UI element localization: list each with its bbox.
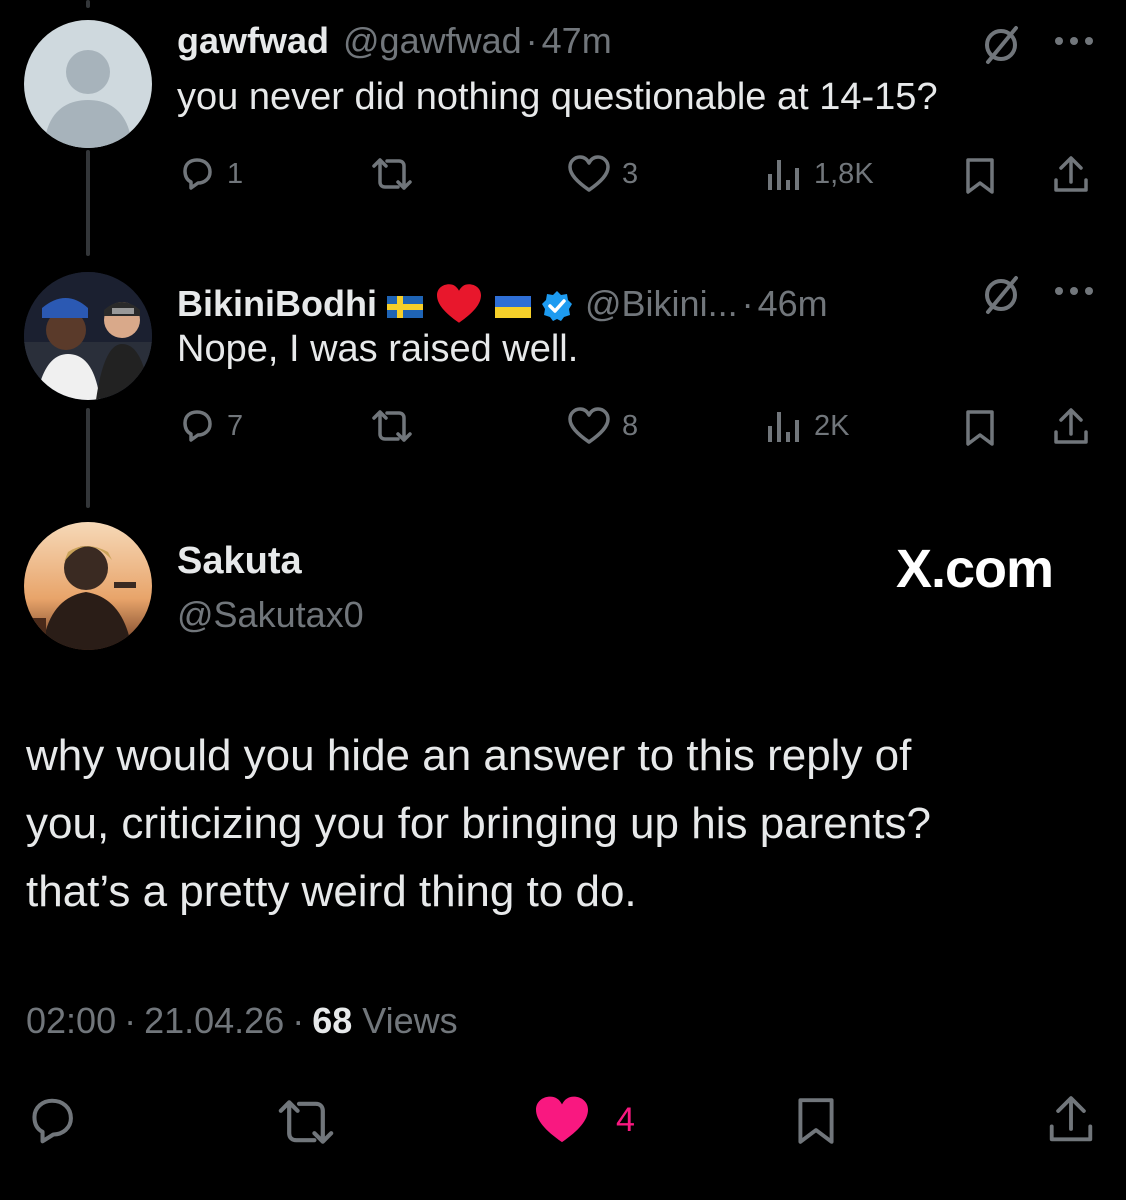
like-button[interactable]: 8: [566, 406, 638, 446]
sweden-flag-icon: [387, 296, 423, 318]
repost-icon: [372, 158, 412, 190]
grok-icon[interactable]: [980, 274, 1022, 316]
views-count: 2K: [814, 409, 850, 442]
reply-count: 1: [227, 157, 244, 190]
views-button[interactable]: 1,8K: [766, 154, 874, 194]
share-icon[interactable]: [1050, 406, 1092, 448]
profile-photo: [24, 272, 152, 400]
bookmark-icon[interactable]: [960, 156, 1000, 196]
tweet-text-line-1: why would you hide an answer to this rep…: [26, 731, 912, 780]
tweet-date[interactable]: 21.04.26: [144, 1000, 284, 1042]
display-name[interactable]: Sakuta: [177, 540, 302, 583]
ukraine-flag-icon: [495, 296, 531, 318]
separator: ·: [741, 283, 754, 324]
watermark-logo: X.com: [896, 539, 1054, 599]
heart-icon: [568, 407, 610, 444]
like-button[interactable]: 4: [532, 1094, 635, 1146]
analytics-icon: [768, 412, 799, 442]
tweet-time[interactable]: 02:00: [26, 1000, 116, 1042]
share-icon[interactable]: [1044, 1092, 1098, 1148]
thread-line-2: [86, 150, 90, 256]
views-count: 1,8K: [814, 157, 874, 190]
tweet-text: you never did nothing questionable at 14…: [177, 76, 938, 118]
like-count: 3: [622, 157, 639, 190]
timestamp[interactable]: 46m: [758, 283, 828, 325]
repost-button[interactable]: [368, 154, 416, 194]
avatar[interactable]: [24, 522, 152, 650]
views-label: Views: [362, 1000, 458, 1041]
reply-icon: [183, 410, 212, 442]
handle[interactable]: @Sakutax0: [177, 594, 364, 636]
reply-icon[interactable]: [24, 1094, 80, 1148]
share-icon[interactable]: [1050, 154, 1092, 196]
tweet-text: Nope, I was raised well.: [177, 328, 579, 370]
repost-button[interactable]: [368, 406, 416, 446]
like-button[interactable]: 3: [566, 154, 638, 194]
profile-photo: [24, 522, 152, 650]
handle[interactable]: @Bikini...: [585, 283, 738, 325]
display-name[interactable]: BikiniBodhi: [177, 283, 377, 325]
avatar[interactable]: [24, 20, 152, 148]
red-heart-icon: [437, 284, 481, 323]
reply-button[interactable]: 7: [177, 406, 243, 446]
repost-icon[interactable]: [272, 1094, 340, 1150]
more-options-icon[interactable]: [1052, 284, 1096, 298]
default-avatar-icon: [44, 50, 132, 148]
verified-badge-icon: [542, 291, 572, 321]
heart-icon: [568, 155, 610, 192]
display-name[interactable]: gawfwad: [177, 20, 329, 62]
bookmark-icon[interactable]: [790, 1094, 842, 1148]
timestamp[interactable]: 47m: [542, 20, 612, 62]
avatar[interactable]: [24, 272, 152, 400]
reply-icon: [183, 158, 212, 190]
repost-icon: [372, 410, 412, 442]
heart-filled-icon: [536, 1096, 588, 1143]
tweet-text-line-3: that’s a pretty weird thing to do.: [26, 867, 637, 916]
analytics-icon: [768, 160, 799, 190]
thread-line-1: [86, 0, 90, 8]
like-count: 4: [616, 1100, 635, 1139]
separator: ·: [124, 1000, 137, 1041]
reply-count: 7: [227, 409, 244, 442]
reply-button[interactable]: 1: [177, 154, 243, 194]
like-count: 8: [622, 409, 639, 442]
grok-icon[interactable]: [980, 24, 1022, 66]
tweet-text-line-2: you, criticizing you for bringing up his…: [26, 799, 931, 848]
separator: ·: [292, 1000, 305, 1041]
views-count: 68: [312, 1000, 353, 1041]
views-button[interactable]: 2K: [766, 406, 849, 446]
handle[interactable]: @gawfwad: [343, 20, 522, 62]
separator: ·: [525, 20, 538, 61]
thread-line-3: [86, 408, 90, 508]
more-options-icon[interactable]: [1052, 34, 1096, 48]
bookmark-icon[interactable]: [960, 408, 1000, 448]
